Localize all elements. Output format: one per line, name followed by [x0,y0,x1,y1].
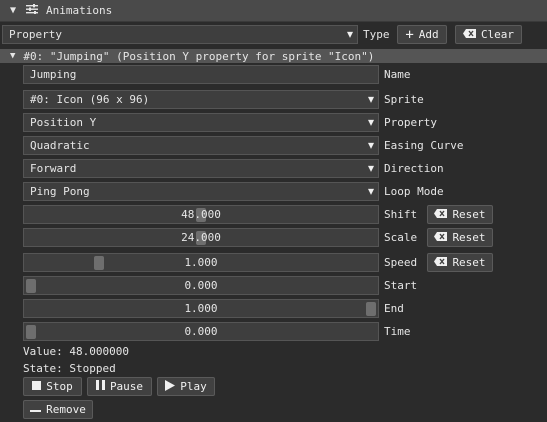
end-label: End [384,302,404,315]
dropdown-arrow-icon: ▼ [346,29,353,40]
type-label: Type [363,28,390,41]
backspace-icon [434,208,448,221]
panel-header[interactable]: ▼ Animations [0,0,547,22]
scale-label: Scale [384,231,418,244]
reset-button-label: Reset [452,231,486,244]
easing-label: Easing Curve [384,139,464,152]
dropdown-arrow-icon: ▼ [367,117,374,128]
play-button-label: Play [180,380,207,393]
slider-grab-handle[interactable] [366,302,376,316]
name-input[interactable]: Jumping [23,65,379,84]
clear-button-label: Clear [480,28,515,41]
animation-title: #0: "Jumping" (Position Y property for s… [23,49,375,63]
pause-icon [95,380,105,393]
add-button[interactable]: + Add [397,25,447,44]
pause-button[interactable]: Pause [87,377,152,396]
sprite-select-value: #0: Icon (96 x 96) [30,93,150,106]
play-button[interactable]: Play [157,377,215,396]
loop-mode-label: Loop Mode [384,185,444,198]
animation-header[interactable]: ▼ #0: "Jumping" (Position Y property for… [0,49,547,63]
speed-reset-button[interactable]: Reset [427,253,493,272]
reset-button-label: Reset [452,208,486,221]
property-select-value: Position Y [30,116,97,129]
slider-grab-handle[interactable] [94,256,104,270]
panel-title: Animations [46,4,113,17]
stop-button[interactable]: Stop [23,377,82,396]
type-select[interactable]: Property ▼ [2,25,358,44]
dropdown-arrow-icon: ▼ [367,140,374,151]
name-label: Name [384,68,411,81]
scale-reset-button[interactable]: Reset [427,228,493,247]
remove-button-label: Remove [46,403,86,416]
loop-mode-select-value: Ping Pong [30,185,90,198]
shift-value: 48.000 [181,208,221,221]
type-select-value: Property [9,28,62,41]
dropdown-arrow-icon: ▼ [367,163,374,174]
remove-button[interactable]: Remove [23,400,93,419]
end-value: 1.000 [184,302,218,315]
sprite-label: Sprite [384,93,424,106]
state-readout: State: Stopped [23,362,116,375]
loop-mode-select[interactable]: Ping Pong ▼ [23,182,379,201]
scale-value: 24.000 [181,231,221,244]
speed-label: Speed [384,256,418,269]
start-slider[interactable]: 0.000 [23,276,379,295]
dropdown-arrow-icon: ▼ [367,94,374,105]
slider-grab-handle[interactable] [26,279,36,293]
backspace-icon [434,231,448,244]
backspace-icon [462,28,476,41]
speed-value: 1.000 [184,256,218,269]
direction-label: Direction [384,162,444,175]
value-readout: Value: 48.000000 [23,345,129,358]
stop-icon [32,380,42,393]
property-label: Property [384,116,437,129]
plus-icon: + [405,26,414,43]
minus-icon [30,403,42,416]
property-select[interactable]: Position Y ▼ [23,113,379,132]
sliders-icon [26,4,39,17]
pause-button-label: Pause [109,380,144,393]
dropdown-arrow-icon: ▼ [367,186,374,197]
shift-label: Shift [384,208,418,221]
collapse-triangle-icon[interactable]: ▼ [10,51,15,61]
easing-select[interactable]: Quadratic ▼ [23,136,379,155]
backspace-icon [434,256,448,269]
shift-slider[interactable]: 48.000 [23,205,379,224]
sprite-select[interactable]: #0: Icon (96 x 96) ▼ [23,90,379,109]
end-slider[interactable]: 1.000 [23,299,379,318]
collapse-triangle-icon[interactable]: ▼ [10,5,16,16]
stop-button-label: Stop [46,380,73,393]
name-input-value: Jumping [30,68,77,81]
slider-grab-handle[interactable] [26,325,36,339]
time-slider[interactable]: 0.000 [23,322,379,341]
time-label: Time [384,325,411,338]
direction-select-value: Forward [30,162,77,175]
play-icon [165,379,176,394]
speed-slider[interactable]: 1.000 [23,253,379,272]
direction-select[interactable]: Forward ▼ [23,159,379,178]
scale-slider[interactable]: 24.000 [23,228,379,247]
time-value: 0.000 [184,325,218,338]
clear-button[interactable]: Clear [455,25,522,44]
start-value: 0.000 [184,279,218,292]
reset-button-label: Reset [452,256,486,269]
easing-select-value: Quadratic [30,139,90,152]
shift-reset-button[interactable]: Reset [427,205,493,224]
start-label: Start [384,279,418,292]
add-button-label: Add [418,28,439,41]
